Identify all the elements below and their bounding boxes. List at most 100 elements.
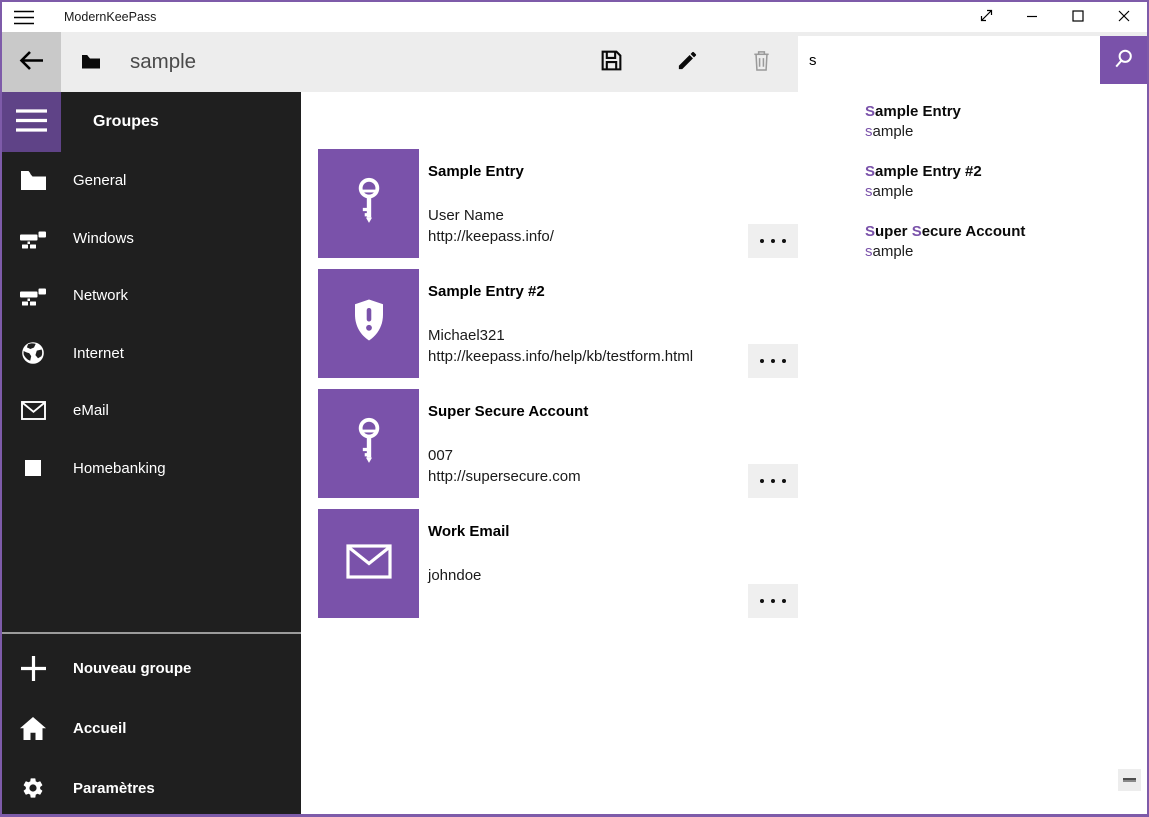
sidebar-item-network[interactable]: Network xyxy=(2,267,301,325)
entry-username: johndoe xyxy=(428,565,758,586)
sidebar-item-label: eMail xyxy=(73,402,109,419)
home-icon xyxy=(19,717,47,740)
gear-icon xyxy=(19,776,47,800)
suggestion-title: Sample Entry #2 xyxy=(865,162,1147,182)
sidebar-item-label: Accueil xyxy=(73,720,126,737)
sidebar-heading: Groupes xyxy=(93,92,159,152)
entry-text: Work Email johndoe xyxy=(428,522,758,586)
window-border xyxy=(0,0,2,817)
suggestion-title: Super Secure Account xyxy=(865,222,1147,242)
plus-icon xyxy=(19,656,47,681)
home-button[interactable]: Accueil xyxy=(2,698,301,758)
hamburger-icon[interactable] xyxy=(14,10,34,25)
maximize-icon xyxy=(1072,10,1084,25)
suggestion-subtitle: sample xyxy=(865,122,1147,142)
sidebar-item-label: Paramètres xyxy=(73,780,155,797)
sidebar-item-windows[interactable]: Windows xyxy=(2,210,301,268)
back-arrow-icon xyxy=(18,49,45,75)
nav-pane-toggle-button[interactable] xyxy=(2,92,61,152)
more-options-button[interactable] xyxy=(748,224,798,258)
shield-exclamation-icon xyxy=(349,298,389,349)
search-suggestion[interactable]: Sample Entry sample xyxy=(865,102,1147,142)
back-button[interactable] xyxy=(2,32,61,92)
sidebar-item-label: General xyxy=(73,172,126,189)
new-group-button[interactable]: Nouveau groupe xyxy=(2,638,301,698)
pencil-icon xyxy=(676,49,699,75)
entry-tile xyxy=(318,269,419,378)
delete-button[interactable] xyxy=(737,32,785,92)
titlebar: ModernKeePass xyxy=(2,2,1147,32)
entry-text: Sample Entry User Name http://keepass.in… xyxy=(428,162,758,247)
entry-text: Super Secure Account 007 http://supersec… xyxy=(428,402,758,487)
entry-details: User Name http://keepass.info/ xyxy=(428,205,758,247)
entry-row[interactable]: Work Email johndoe xyxy=(318,509,818,618)
ellipsis-icon xyxy=(760,479,764,483)
minimize-button[interactable] xyxy=(1009,2,1055,32)
sidebar-item-homebanking[interactable]: Homebanking xyxy=(2,440,301,498)
entry-row[interactable]: Sample Entry User Name http://keepass.in… xyxy=(318,149,818,258)
window-controls xyxy=(963,2,1147,32)
minimize-icon xyxy=(1026,10,1038,25)
search-suggestions-list: Sample Entry sample Sample Entry #2 samp… xyxy=(798,84,1147,298)
entry-url: http://supersecure.com xyxy=(428,466,758,487)
suggestion-title: Sample Entry xyxy=(865,102,1147,122)
entry-username: Michael321 xyxy=(428,325,758,346)
sidebar-commands: Nouveau groupe Accueil Paramètres xyxy=(2,638,301,817)
sidebar-item-label: Windows xyxy=(73,230,134,247)
sidebar-item-general[interactable]: General xyxy=(2,152,301,210)
sidebar: Groupes General Windows Network xyxy=(2,92,301,814)
close-button[interactable] xyxy=(1101,2,1147,32)
sidebar-item-label: Homebanking xyxy=(73,460,166,477)
search-suggestion[interactable]: Super Secure Account sample xyxy=(865,222,1147,262)
globe-icon xyxy=(19,341,47,365)
sidebar-item-label: Network xyxy=(73,287,128,304)
envelope-icon xyxy=(19,401,47,420)
key-icon xyxy=(350,415,388,472)
window-title: ModernKeePass xyxy=(64,10,156,24)
entry-text: Sample Entry #2 Michael321 http://keepas… xyxy=(428,282,758,367)
sidebar-item-email[interactable]: eMail xyxy=(2,382,301,440)
entry-tile xyxy=(318,389,419,498)
settings-button[interactable]: Paramètres xyxy=(2,758,301,817)
entry-details: johndoe xyxy=(428,565,758,586)
sidebar-item-label: Internet xyxy=(73,345,124,362)
entry-row[interactable]: Super Secure Account 007 http://supersec… xyxy=(318,389,818,498)
entry-url: http://keepass.info/help/kb/testform.htm… xyxy=(428,346,758,367)
search-button[interactable] xyxy=(1100,36,1147,84)
group-folder-icon xyxy=(82,55,100,69)
maximize-button[interactable] xyxy=(1055,2,1101,32)
more-options-button[interactable] xyxy=(748,344,798,378)
appbar: sample xyxy=(2,32,1147,92)
search-icon xyxy=(1113,48,1134,72)
save-button[interactable] xyxy=(587,32,635,92)
sidebar-item-label: Nouveau groupe xyxy=(73,660,191,677)
trash-icon xyxy=(751,49,772,75)
fullscreen-button[interactable] xyxy=(963,2,1009,32)
edit-button[interactable] xyxy=(663,32,711,92)
entry-details: 007 http://supersecure.com xyxy=(428,445,758,487)
fullscreen-icon xyxy=(978,7,995,27)
search-suggestion[interactable]: Sample Entry #2 sample xyxy=(865,162,1147,202)
entry-title: Work Email xyxy=(428,522,758,542)
entry-title: Super Secure Account xyxy=(428,402,758,422)
hamburger-icon xyxy=(16,109,47,135)
entry-row[interactable]: Sample Entry #2 Michael321 http://keepas… xyxy=(318,269,818,378)
zoom-out-button[interactable] xyxy=(1118,769,1141,791)
entry-details: Michael321 http://keepass.info/help/kb/t… xyxy=(428,325,758,367)
suggestion-subtitle: sample xyxy=(865,242,1147,262)
suggestion-subtitle: sample xyxy=(865,182,1147,202)
more-options-button[interactable] xyxy=(748,584,798,618)
sidebar-item-internet[interactable]: Internet xyxy=(2,325,301,383)
group-list: General Windows Network Internet xyxy=(2,152,301,497)
entry-username: User Name xyxy=(428,205,758,226)
ellipsis-icon xyxy=(760,239,764,243)
search-input[interactable] xyxy=(798,36,1100,84)
entry-title: Sample Entry xyxy=(428,162,758,182)
save-icon xyxy=(599,48,624,76)
envelope-icon xyxy=(346,544,392,584)
minus-icon xyxy=(1123,778,1136,782)
network-icon xyxy=(19,285,47,306)
network-icon xyxy=(19,228,47,249)
more-options-button[interactable] xyxy=(748,464,798,498)
ellipsis-icon xyxy=(760,359,764,363)
